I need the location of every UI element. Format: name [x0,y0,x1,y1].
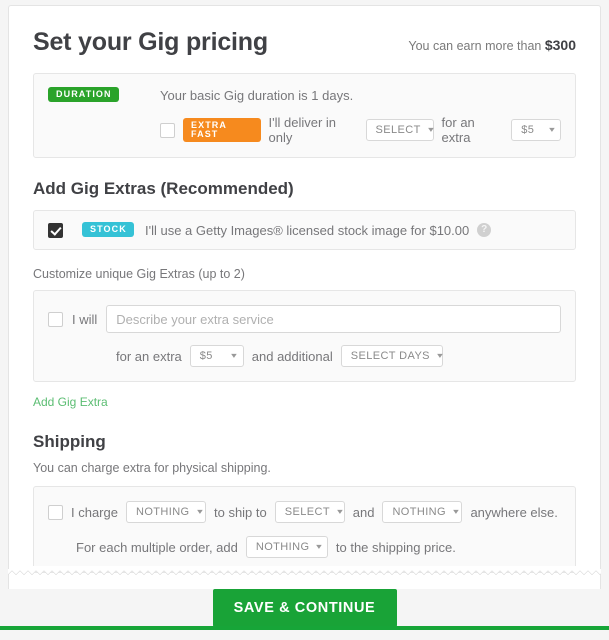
shipping-elsewhere-select[interactable]: NOTHING ▾ [382,501,463,523]
chevron-down-icon: ▾ [437,351,444,360]
custom-extra-pricing-row: for an extra $5 ▾ and additional SELECT … [48,345,561,367]
duration-panel: DURATION Your basic Gig duration is 1 da… [33,73,576,158]
shipping-charge-row: I charge NOTHING ▾ to ship to SELECT ▾ a… [48,501,561,523]
extra-fast-row: EXTRA FAST I'll deliver in only SELECT ▾… [48,115,561,145]
chevron-down-icon: ▾ [337,507,344,516]
custom-extra-price-value: $5 [199,350,213,362]
gig-pricing-card: Set your Gig pricing You can earn more t… [8,5,601,589]
to-ship-to-label: to ship to [213,504,267,520]
for-an-extra-label: for an extra [441,115,475,145]
shipping-multiple-value: NOTHING [255,541,310,553]
page-root: Set your Gig pricing You can earn more t… [0,0,609,640]
and-label: and [352,504,375,520]
shipping-destination-select[interactable]: SELECT ▾ [274,501,345,523]
shipping-charge-value: NOTHING [135,506,190,518]
duration-badge: DURATION [48,87,119,103]
save-button-wrap: SAVE & CONTINUE [0,589,609,627]
stock-extra-row: STOCK I'll use a Getty Images® licensed … [48,221,561,239]
shipping-checkbox[interactable] [48,504,63,520]
extra-fast-price-value: $5 [521,124,535,136]
bottom-green-bar [0,626,609,630]
help-icon[interactable]: ? [477,223,492,237]
duration-badge-wrap: DURATION [48,86,160,104]
shipping-heading: Shipping [33,432,106,451]
chevron-down-icon: ▾ [231,351,238,360]
card-torn-edge [8,566,601,575]
shipping-multiple-row: For each multiple order, add NOTHING ▾ t… [48,536,561,558]
custom-extra-price-select[interactable]: $5 ▾ [189,345,244,367]
i-charge-label: I charge [71,504,118,520]
extra-fast-days-value: SELECT [375,124,421,136]
chevron-down-icon: ▾ [316,542,323,551]
and-additional-label: and additional [251,348,333,364]
custom-extra-panel: I will for an extra $5 ▾ and additional … [33,290,576,382]
to-shipping-price-label: to the shipping price. [335,539,456,555]
custom-extra-description-input[interactable] [106,305,561,333]
extra-fast-checkbox[interactable] [160,122,175,138]
below-button-cutoff-text [0,634,609,640]
stock-extra-checkbox[interactable] [48,222,63,238]
custom-extra-describe-row: I will [48,305,561,333]
chevron-down-icon: ▾ [427,125,435,134]
chevron-down-icon: ▾ [196,507,203,516]
duration-basic-row: DURATION Your basic Gig duration is 1 da… [48,86,561,104]
extra-fast-days-select[interactable]: SELECT ▾ [365,119,435,141]
chevron-down-icon: ▾ [453,507,460,516]
deliver-in-only-label: I'll deliver in only [268,115,337,145]
shipping-panel: I charge NOTHING ▾ to ship to SELECT ▾ a… [33,486,576,573]
stock-badge: STOCK [82,222,134,238]
shipping-multiple-select[interactable]: NOTHING ▾ [245,536,328,558]
stock-extra-panel: STOCK I'll use a Getty Images® licensed … [33,210,576,250]
page-title: Set your Gig pricing [33,28,268,56]
shipping-subtitle: You can charge extra for physical shippi… [33,461,271,475]
chevron-down-icon: ▾ [548,125,555,134]
shipping-destination-value: SELECT [284,506,330,518]
stock-extra-text: I'll use a Getty Images® licensed stock … [145,222,470,238]
save-and-continue-button[interactable]: SAVE & CONTINUE [212,589,397,627]
extra-fast-badge: EXTRA FAST [183,118,261,142]
custom-extra-days-select[interactable]: SELECT DAYS ▾ [340,345,444,367]
i-will-label: I will [72,311,98,327]
gig-extras-heading: Add Gig Extras (Recommended) [33,179,294,198]
custom-extra-checkbox[interactable] [48,311,63,327]
earnings-note: You can earn more than $300 [408,37,576,53]
shipping-elsewhere-value: NOTHING [392,506,446,518]
customize-extras-label: Customize unique Gig Extras (up to 2) [33,267,245,281]
stock-badge-wrap: STOCK [63,221,145,239]
extra-fast-price-select[interactable]: $5 ▾ [511,119,561,141]
shipping-charge-select[interactable]: NOTHING ▾ [125,501,206,523]
earnings-amount: $300 [544,37,576,53]
earnings-prefix: You can earn more than [408,39,542,53]
custom-for-an-extra-label: for an extra [116,348,182,364]
card-header: Set your Gig pricing You can earn more t… [33,28,576,57]
duration-basic-text: Your basic Gig duration is 1 days. [160,87,354,103]
custom-extra-days-value: SELECT DAYS [350,350,430,362]
multiple-order-label: For each multiple order, add [76,539,238,555]
add-gig-extra-link[interactable]: Add Gig Extra [33,395,108,409]
anywhere-else-label: anywhere else. [470,504,558,520]
